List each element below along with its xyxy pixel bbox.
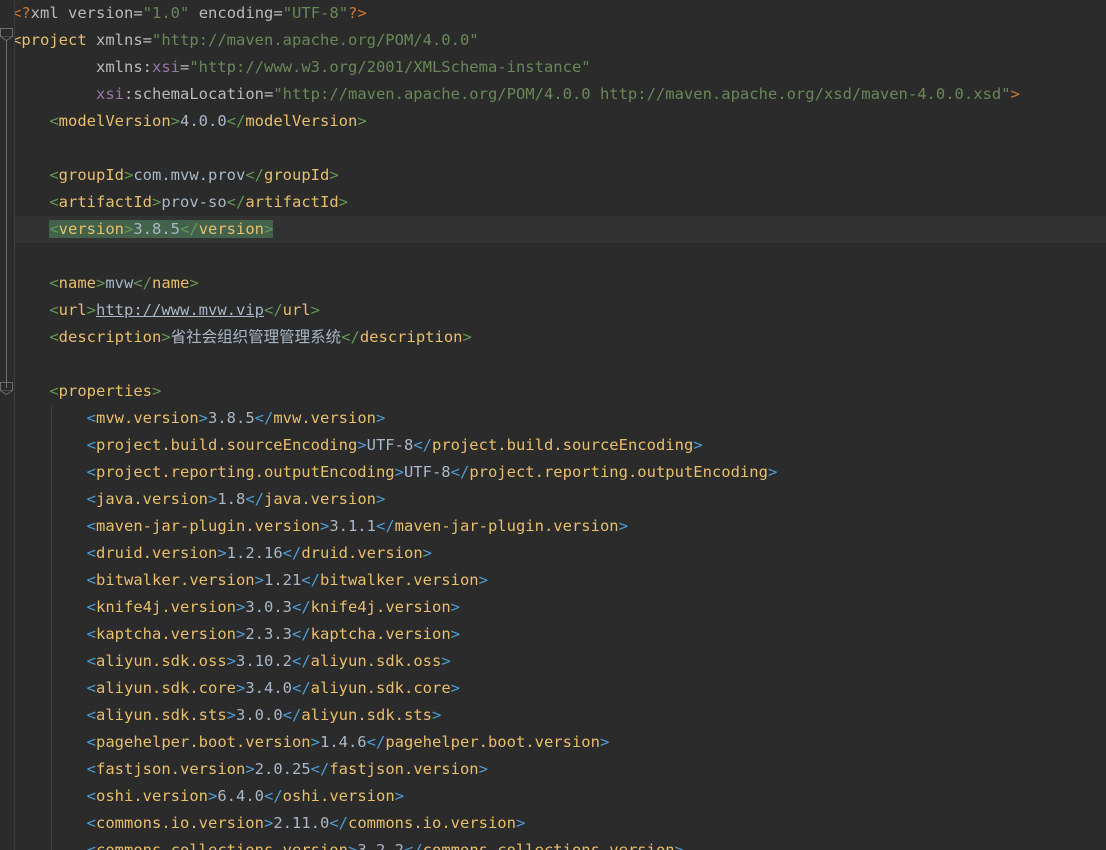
fold-region-line-project bbox=[6, 40, 7, 388]
code-line[interactable]: <aliyun.sdk.oss>3.10.2</aliyun.sdk.oss> bbox=[0, 648, 1106, 675]
code-line[interactable]: <project.reporting.outputEncoding>UTF-8<… bbox=[0, 459, 1106, 486]
code-editor[interactable]: <?xml version="1.0" encoding="UTF-8"?> <… bbox=[0, 0, 1106, 850]
code-line[interactable]: <description>省社会组织管理管理系统</description> bbox=[0, 324, 1106, 351]
code-line[interactable]: <groupId>com.mvw.prov</groupId> bbox=[0, 162, 1106, 189]
fold-arrow-project[interactable] bbox=[0, 28, 13, 41]
code-line-selected[interactable]: <version>3.8.5</version> bbox=[0, 216, 1106, 243]
code-line[interactable]: <project xmlns="http://maven.apache.org/… bbox=[0, 27, 1106, 54]
code-line[interactable]: <commons.io.version>2.11.0</commons.io.v… bbox=[0, 810, 1106, 837]
code-line[interactable]: <?xml version="1.0" encoding="UTF-8"?> bbox=[0, 0, 1106, 27]
code-line[interactable]: <url>http://www.mvw.vip</url> bbox=[0, 297, 1106, 324]
code-line[interactable]: <aliyun.sdk.core>3.4.0</aliyun.sdk.core> bbox=[0, 675, 1106, 702]
code-line[interactable]: <project.build.sourceEncoding>UTF-8</pro… bbox=[0, 432, 1106, 459]
code-line-empty[interactable] bbox=[0, 135, 1106, 162]
code-line[interactable]: <properties> bbox=[0, 378, 1106, 405]
code-line[interactable]: <commons.collections.version>3.2.2</comm… bbox=[0, 837, 1106, 850]
fold-gutter[interactable] bbox=[0, 0, 15, 850]
code-line[interactable]: <java.version>1.8</java.version> bbox=[0, 486, 1106, 513]
code-line[interactable]: xmlns:xsi="http://www.w3.org/2001/XMLSch… bbox=[0, 54, 1106, 81]
indent-guide-properties bbox=[51, 405, 52, 850]
code-line[interactable]: <mvw.version>3.8.5</mvw.version> bbox=[0, 405, 1106, 432]
code-line[interactable]: <bitwalker.version>1.21</bitwalker.versi… bbox=[0, 567, 1106, 594]
code-line[interactable]: <druid.version>1.2.16</druid.version> bbox=[0, 540, 1106, 567]
code-line[interactable]: xsi:schemaLocation="http://maven.apache.… bbox=[0, 81, 1106, 108]
code-line[interactable]: <maven-jar-plugin.version>3.1.1</maven-j… bbox=[0, 513, 1106, 540]
code-line[interactable]: <name>mvw</name> bbox=[0, 270, 1106, 297]
code-line[interactable]: <modelVersion>4.0.0</modelVersion> bbox=[0, 108, 1106, 135]
code-line-empty[interactable] bbox=[0, 351, 1106, 378]
code-line[interactable]: <kaptcha.version>2.3.3</kaptcha.version> bbox=[0, 621, 1106, 648]
url-link[interactable]: http://www.mvw.vip bbox=[96, 301, 264, 319]
code-line[interactable]: <pagehelper.boot.version>1.4.6</pagehelp… bbox=[0, 729, 1106, 756]
code-line[interactable]: <aliyun.sdk.sts>3.0.0</aliyun.sdk.sts> bbox=[0, 702, 1106, 729]
fold-arrow-properties[interactable] bbox=[0, 382, 13, 395]
code-line[interactable]: <fastjson.version>2.0.25</fastjson.versi… bbox=[0, 756, 1106, 783]
code-line[interactable]: <knife4j.version>3.0.3</knife4j.version> bbox=[0, 594, 1106, 621]
code-line[interactable]: <artifactId>prov-so</artifactId> bbox=[0, 189, 1106, 216]
code-line-empty[interactable] bbox=[0, 243, 1106, 270]
code-content[interactable]: <?xml version="1.0" encoding="UTF-8"?> <… bbox=[0, 0, 1106, 850]
code-line[interactable]: <oshi.version>6.4.0</oshi.version> bbox=[0, 783, 1106, 810]
